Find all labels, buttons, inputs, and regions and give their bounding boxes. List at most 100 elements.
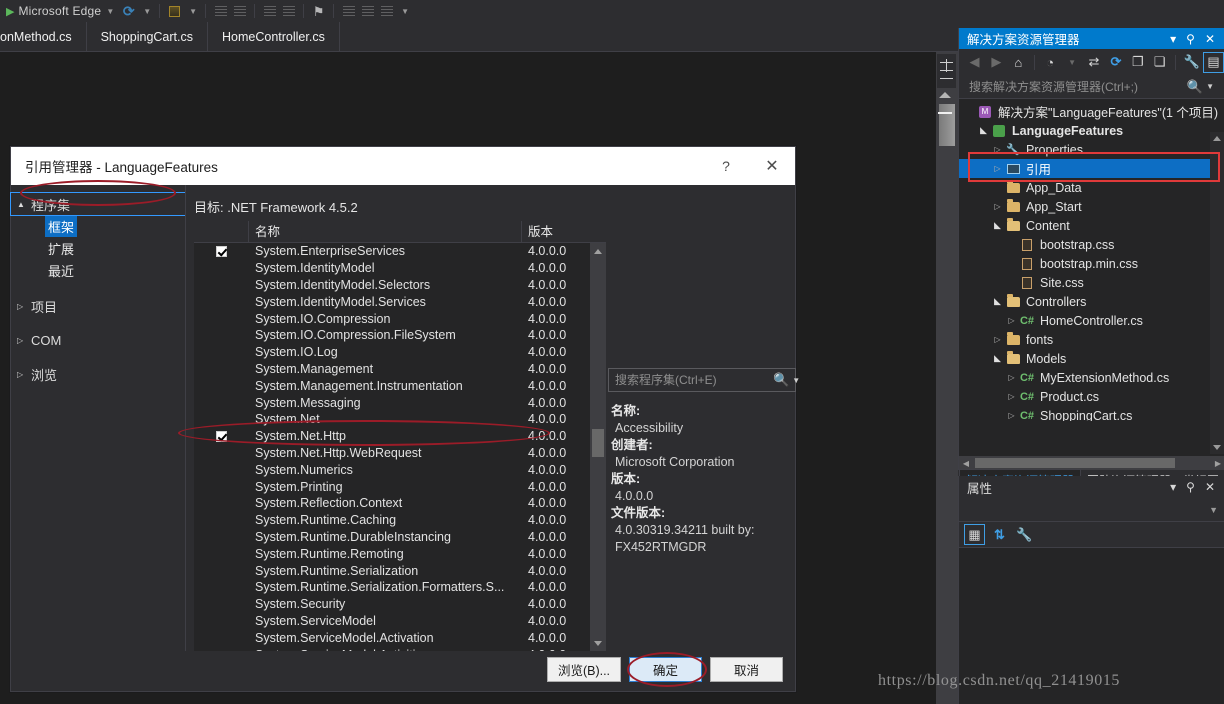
chevron-down-icon[interactable]: ▼ [143, 7, 151, 16]
search-icon[interactable]: 🔍 [1184, 79, 1206, 95]
triangle-down-icon[interactable]: ◢ [977, 125, 990, 136]
table-row[interactable]: System.Security 4.0.0.0 [194, 596, 606, 613]
tree-item[interactable]: ◢ Content [959, 216, 1224, 235]
row-checkbox-cell[interactable] [194, 599, 249, 610]
tree-item[interactable]: ▷ 🔧 Properties [959, 140, 1224, 159]
row-checkbox-cell[interactable] [194, 380, 249, 391]
properties-icon[interactable]: 🔧 [1181, 52, 1202, 73]
close-icon[interactable]: ✕ [1200, 480, 1220, 494]
row-checkbox-cell[interactable] [194, 397, 249, 408]
chevron-down-icon[interactable]: ▼ [189, 7, 197, 16]
solution-tree-vertical-scrollbar[interactable] [1210, 132, 1224, 454]
chevron-down-icon[interactable]: ▼ [106, 7, 114, 16]
row-checkbox-cell[interactable] [194, 347, 249, 358]
solution-tree-horizontal-scrollbar[interactable]: ◀ ▶ [959, 456, 1224, 470]
table-row[interactable]: System.Reflection.Context 4.0.0.0 [194, 495, 606, 512]
table-row[interactable]: System.IO.Compression 4.0.0.0 [194, 310, 606, 327]
table-row[interactable]: System.IO.Compression.FileSystem 4.0.0.0 [194, 327, 606, 344]
row-checkbox-cell[interactable] [194, 615, 249, 626]
triangle-right-icon[interactable]: ▷ [1005, 373, 1018, 382]
editor-vertical-scrollbar[interactable] [936, 52, 958, 704]
assembly-search-box[interactable]: 🔍 ▼ [608, 368, 800, 392]
table-row[interactable]: System.ServiceModel.Activation 4.0.0.0 [194, 629, 606, 646]
show-all-files-icon[interactable]: ❏ [1149, 52, 1170, 73]
row-checkbox-cell[interactable] [194, 464, 249, 475]
split-view-icon[interactable] [937, 54, 956, 88]
tree-item[interactable]: M 解决方案"LanguageFeatures"(1 个项目) [959, 102, 1224, 121]
table-row[interactable]: System.Runtime.DurableInstancing 4.0.0.0 [194, 529, 606, 546]
tree-item[interactable]: App_Data [959, 178, 1224, 197]
solution-explorer-search-box[interactable]: 🔍 ▼ [959, 75, 1224, 99]
tab-homecontroller[interactable]: HomeController.cs [208, 22, 340, 51]
row-checkbox-cell[interactable] [194, 330, 249, 341]
category-browse[interactable]: ▷ 浏览 [11, 363, 185, 385]
back-icon[interactable]: ◀ [964, 52, 985, 73]
row-checkbox-cell[interactable] [194, 515, 249, 526]
row-checkbox-cell[interactable] [194, 363, 249, 374]
triangle-right-icon[interactable]: ▷ [1005, 392, 1018, 401]
scrollbar-track[interactable] [973, 458, 1211, 468]
table-row[interactable]: System.Net.Http 4.0.0.0 [194, 428, 606, 445]
checkbox-checked-icon[interactable] [216, 245, 227, 257]
checkbox-checked-icon[interactable] [216, 430, 227, 442]
alphabetical-icon[interactable]: ⇅ [989, 524, 1010, 545]
triangle-right-icon[interactable]: ▷ [1005, 316, 1018, 325]
forward-icon[interactable]: ▶ [986, 52, 1007, 73]
triangle-down-icon[interactable]: ◢ [991, 296, 1004, 307]
assembly-list-scrollbar[interactable] [590, 243, 606, 651]
column-name[interactable]: 名称 [249, 221, 522, 242]
triangle-right-icon[interactable]: ▷ [991, 164, 1004, 173]
tree-item[interactable]: ◢ LanguageFeatures [959, 121, 1224, 140]
tree-item[interactable]: ▷ App_Start [959, 197, 1224, 216]
chevron-down-icon[interactable]: ▼ [1206, 82, 1220, 91]
table-row[interactable]: System.Net 4.0.0.0 [194, 411, 606, 428]
chevron-down-icon[interactable]: ▼ [1209, 505, 1218, 515]
pending-changes-icon[interactable]: ◔ [1040, 52, 1061, 73]
chevron-down-icon[interactable]: ▾ [1165, 32, 1181, 46]
chevron-down-icon[interactable]: ▼ [1062, 52, 1083, 73]
row-checkbox-cell[interactable] [194, 447, 249, 458]
chevron-down-icon[interactable]: ▾ [1165, 480, 1181, 494]
table-row[interactable]: System.IdentityModel.Services 4.0.0.0 [194, 293, 606, 310]
table-row[interactable]: System.Numerics 4.0.0.0 [194, 461, 606, 478]
pin-icon[interactable]: ⚲ [1181, 32, 1200, 46]
collapse-all-icon[interactable]: ❐ [1127, 52, 1148, 73]
category-assemblies[interactable]: ▲ 程序集 [10, 192, 186, 216]
bookmark-icon[interactable]: ⚑ [310, 3, 327, 20]
column-version[interactable]: 版本 [522, 221, 606, 242]
row-checkbox-cell[interactable] [194, 498, 249, 509]
tree-item[interactable]: bootstrap.min.css [959, 254, 1224, 273]
tree-item[interactable]: ◢ Controllers [959, 292, 1224, 311]
property-pages-icon[interactable]: 🔧 [1014, 524, 1035, 545]
table-row[interactable]: System.EnterpriseServices 4.0.0.0 [194, 243, 606, 260]
scroll-up-icon[interactable] [939, 92, 951, 98]
row-checkbox-cell[interactable] [194, 430, 249, 442]
refresh-icon[interactable]: ⟳ [1105, 52, 1126, 73]
row-checkbox-cell[interactable] [194, 279, 249, 290]
row-checkbox-cell[interactable] [194, 548, 249, 559]
table-row[interactable]: System.Runtime.Serialization.Formatters.… [194, 579, 606, 596]
scroll-up-icon[interactable] [590, 243, 606, 259]
row-checkbox-cell[interactable] [194, 245, 249, 257]
search-input[interactable] [609, 373, 770, 387]
help-button[interactable]: ? [703, 147, 749, 185]
triangle-right-icon[interactable]: ▷ [991, 335, 1004, 344]
tree-item[interactable]: ▷ C# ShoppingCart.cs [959, 406, 1224, 422]
row-checkbox-cell[interactable] [194, 481, 249, 492]
table-row[interactable]: System.Net.Http.WebRequest 4.0.0.0 [194, 445, 606, 462]
start-debugging-button[interactable]: ▶ Microsoft Edge ▼ [4, 1, 119, 21]
scrollbar-thumb[interactable] [975, 458, 1175, 468]
dialog-title-bar[interactable]: 引用管理器 - LanguageFeatures ? ✕ [11, 147, 795, 185]
tree-item[interactable]: bootstrap.css [959, 235, 1224, 254]
row-checkbox-cell[interactable] [194, 414, 249, 425]
scrollbar-thumb[interactable] [592, 429, 604, 457]
tab-shoppingcart[interactable]: ShoppingCart.cs [87, 22, 208, 51]
category-com[interactable]: ▷ COM [11, 329, 185, 351]
triangle-down-icon[interactable]: ◢ [991, 220, 1004, 231]
triangle-right-icon[interactable]: ▷ [991, 145, 1004, 154]
tree-item[interactable]: ▷ C# HomeController.cs [959, 311, 1224, 330]
subcategory-framework[interactable]: 框架 [11, 215, 185, 237]
row-checkbox-cell[interactable] [194, 582, 249, 593]
solution-tree[interactable]: M 解决方案"LanguageFeatures"(1 个项目) ◢ LanguageF… [959, 99, 1224, 421]
attach-process-icon[interactable] [166, 3, 183, 20]
